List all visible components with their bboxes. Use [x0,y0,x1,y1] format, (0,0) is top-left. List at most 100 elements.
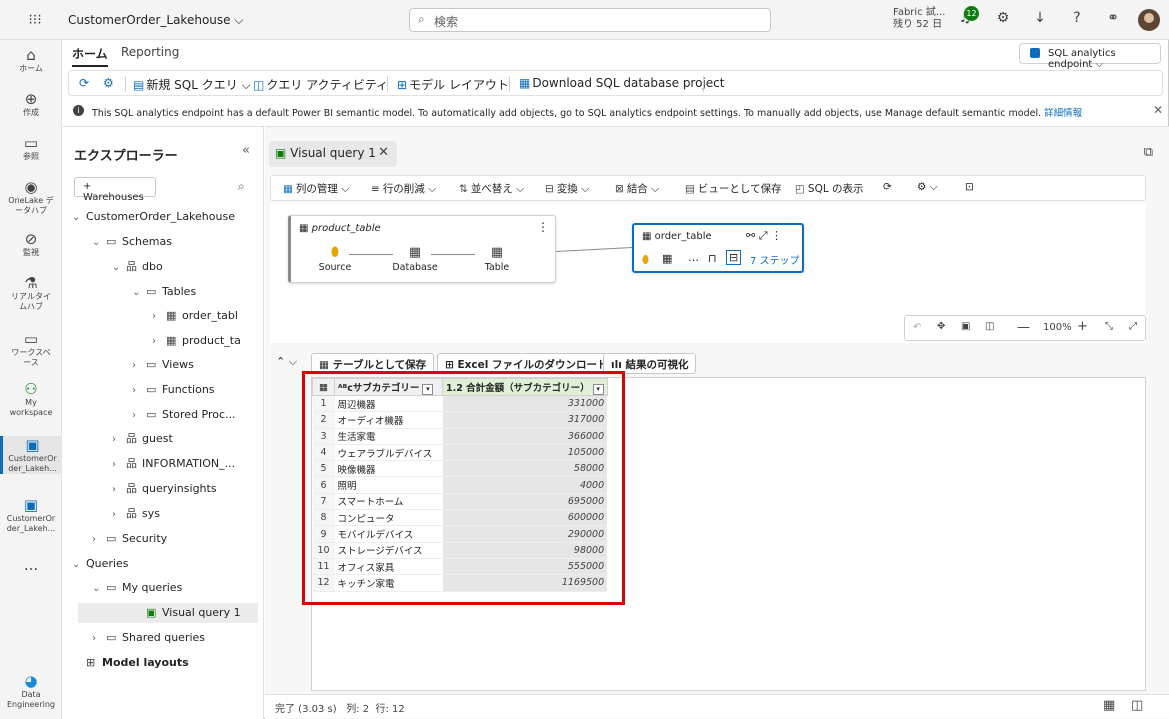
chevron-right-icon[interactable]: › [152,307,166,327]
share-icon[interactable]: ⚭ [1104,10,1122,26]
tab-home[interactable]: ホーム [72,45,108,67]
tree-item[interactable]: › ▭ Functions [132,380,215,400]
avatar[interactable] [1138,9,1160,31]
combine-button[interactable]: ⊠ 結合 ⌵ [615,181,659,196]
download-icon[interactable]: ↓ [1031,10,1049,26]
rail-item-9[interactable]: ▣ CustomerOr der_Lakeh... [0,496,62,534]
tree-item[interactable]: ⌄ ▭ Schemas [92,232,172,252]
rail-item-10[interactable]: ... [0,556,62,574]
node-more-icon[interactable]: ⋮ [537,220,549,234]
chevron-right-icon[interactable]: › [132,406,146,426]
chevron-right-icon[interactable]: › [132,381,146,401]
fit-icon[interactable]: ▣ [961,321,970,332]
node-share-icon[interactable]: ⚯ ⤢ ⋮ [746,229,782,243]
pan-icon[interactable]: ✥ [937,321,945,332]
add-warehouses-button[interactable]: + Warehouses [74,177,156,203]
rail-item-8[interactable]: ▣ CustomerOr der_Lakeh... [0,436,62,474]
rail-item-5[interactable]: ⚗ リアルタイ ムハブ [0,274,62,312]
item-title[interactable]: CustomerOrder_Lakehouse ⌵ [68,13,243,28]
remove-rows-button[interactable]: ≡ 行の削減 ⌵ [371,181,436,196]
copy-icon[interactable]: ⧉ [1144,145,1153,160]
diagram-canvas[interactable]: ▦ product_table ⋮ ⬮ Source ▦ Database ▦ Tab… [270,203,1146,343]
table-view-icon[interactable]: ▦ [1103,698,1115,713]
rail-item-2[interactable]: ▭ 参照 [0,134,62,162]
search-box[interactable]: ⌕ 検索 [409,8,771,32]
chevron-right-icon[interactable]: › [92,629,106,649]
zoom-in-icon[interactable]: + [1077,319,1088,334]
settings-icon[interactable]: ⚙ [994,10,1012,26]
options-gear-icon[interactable]: ⚙ ⌵ [917,181,938,194]
chevron-right-icon[interactable]: › [132,356,146,376]
tree-item[interactable]: › ▦ product_ta [152,331,241,351]
settings-gear-icon[interactable]: ⚙ [103,76,116,90]
chevron-right-icon[interactable]: › [112,430,126,450]
collapse-explorer-icon[interactable]: « [242,143,250,158]
last-step-icon[interactable]: ⊟ [726,250,742,265]
save-as-view-button[interactable]: ▤ ビューとして保存 [685,181,782,196]
steps-label[interactable]: 7 ステップ [750,252,800,267]
rail-item-6[interactable]: ▭ ワークスペ ース [0,330,62,368]
tree-item[interactable]: › 品 sys [112,504,160,524]
tree-item[interactable]: ⌄ Queries [72,554,128,574]
tree-item[interactable]: ⌄ ▭ Tables [132,282,196,302]
tree-item[interactable]: › ▭ Shared queries [92,628,205,648]
product-table-node[interactable]: ▦ product_table ⋮ ⬮ Source ▦ Database ▦ Tab… [288,215,556,283]
tree-item[interactable]: › 品 queryinsights [112,479,217,499]
chevron-down-icon[interactable]: ⌄ [112,258,126,278]
tree-item[interactable]: › 品 guest [112,429,173,449]
model-layout-button[interactable]: ⊞ モデル レイアウト [397,76,509,93]
tree-item[interactable]: › ▭ Security [92,529,167,549]
tree-item[interactable]: ⌄ ▭ My queries [92,578,182,598]
zoom-out-icon[interactable]: — [1017,320,1030,335]
refresh-icon[interactable]: ⟳ [79,76,91,90]
map-icon[interactable]: ◫ [985,321,994,332]
rail-item-7[interactable]: ⚇ My workspace [0,380,62,418]
close-tab-icon[interactable]: ✕ [378,145,389,160]
chevron-right-icon[interactable]: › [112,505,126,525]
trial-status[interactable]: Fabric 試... 残り 52 日 [893,7,945,31]
chevron-right-icon[interactable]: › [112,480,126,500]
tab-visual-query[interactable]: ▣ Visual query 1 ✕ [269,141,397,167]
rail-item-3[interactable]: ◉ OneLake データハブ [0,178,62,216]
chevron-right-icon[interactable]: › [152,332,166,352]
app-launcher-icon[interactable]: ⁝⁝⁝ [27,12,43,28]
tree-item[interactable]: › ▦ order_tabl [152,306,238,326]
tree-item[interactable]: ⌄ CustomerOrder_Lakehouse [72,207,235,227]
expand-diagram-icon[interactable]: ⤢ [1129,321,1137,332]
rail-item-11[interactable]: ◕ Data Engineering [0,672,62,710]
step-source[interactable]: ⬮ Source [305,244,365,273]
sort-button[interactable]: ⇅ 並べ替え ⌵ [459,181,524,196]
help-icon[interactable]: ? [1068,10,1086,26]
tree-item[interactable]: ▣ Visual query 1 [78,603,258,623]
undo-icon[interactable]: ↶ [913,322,921,333]
view-sql-button[interactable]: ◰ SQL の表示 [795,181,864,196]
tab-reporting[interactable]: Reporting [121,45,179,59]
chevron-down-icon[interactable]: ⌄ [132,283,146,303]
tree-item[interactable]: › ▭ Stored Proc... [132,405,236,425]
collapse-diagram-icon[interactable]: ⤡ [1105,321,1113,332]
explorer-search-icon[interactable]: ⌕ [238,179,245,194]
step-table[interactable]: ▦ Table [467,244,527,273]
chevron-down-icon[interactable]: ⌄ [72,208,86,228]
chevron-down-icon[interactable]: ⌄ [72,555,86,575]
rail-item-4[interactable]: ⊘ 監視 [0,230,62,258]
chevron-right-icon[interactable]: › [112,455,126,475]
expand-icon[interactable]: ⊡ [965,181,974,193]
tree-item[interactable]: ⌄ 品 dbo [112,257,163,277]
query-activity-button[interactable]: ◫ クエリ アクティビティ [253,76,388,93]
rail-item-0[interactable]: ⌂ ホーム [0,46,62,74]
learn-more-link[interactable]: 詳細情報 [1044,108,1082,119]
collapse-results-icon[interactable]: ⌃ ⌵ [276,355,297,369]
refresh-preview-icon[interactable]: ⟳ [883,181,892,193]
transform-button[interactable]: ⊟ 変換 ⌵ [545,181,589,196]
download-project-button[interactable]: ▦ Download SQL database project [519,76,724,90]
endpoint-switcher[interactable]: SQL analytics endpoint ⌵ [1019,43,1161,70]
step-database[interactable]: ▦ Database [385,244,445,273]
rail-item-1[interactable]: ⊕ 作成 [0,90,62,118]
order-table-node[interactable]: ▦ order_table ⚯ ⤢ ⋮ ⬮ ▦ … ⊓ ⊟ 7 ステップ [632,223,804,273]
close-icon[interactable]: ✕ [1153,103,1163,117]
tree-item[interactable]: ⊞ Model layouts [72,653,189,673]
chevron-down-icon[interactable]: ⌄ [92,579,106,599]
split-view-icon[interactable]: ◫ [1131,698,1143,713]
tree-item[interactable]: › ▭ Views [132,355,194,375]
